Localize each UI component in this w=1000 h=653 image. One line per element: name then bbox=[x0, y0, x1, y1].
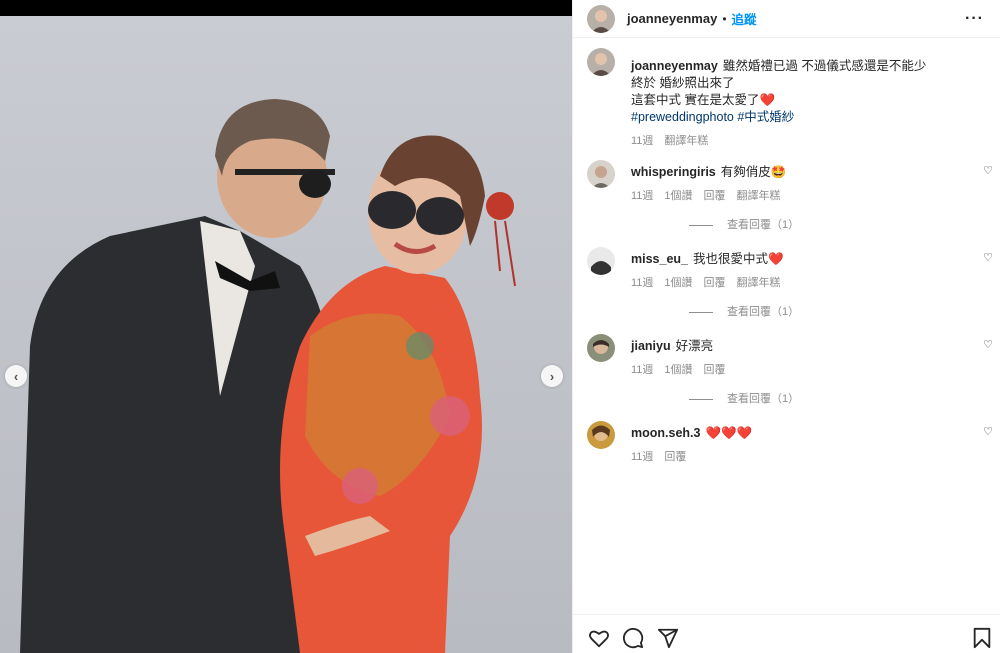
view-replies-button[interactable]: 查看回覆（1） bbox=[631, 216, 1000, 232]
translate-link[interactable]: 翻譯年糕 bbox=[737, 190, 781, 202]
comment-username[interactable]: moon.seh.3 bbox=[631, 426, 700, 440]
comment-item: jianiyu 好漂亮 11週 1個讚 回覆 查看回覆（1） ♡ bbox=[573, 332, 1000, 419]
heart-icon[interactable] bbox=[588, 627, 610, 649]
avatar[interactable] bbox=[587, 160, 615, 188]
caption-meta: 11週 翻譯年糕 bbox=[631, 132, 1000, 148]
avatar[interactable] bbox=[587, 421, 615, 449]
comments-list: joanneyenmay 雖然婚禮已過 不過儀式感還是不能少 終於 婚紗照出來了 … bbox=[573, 46, 1000, 479]
bookmark-icon[interactable] bbox=[972, 627, 992, 649]
view-replies-button[interactable]: 查看回覆（1） bbox=[631, 390, 1000, 406]
post-photo[interactable]: ‹ › bbox=[0, 16, 572, 653]
comment-item: whisperingiris 有夠俏皮🤩 11週 1個讚 回覆 翻譯年糕 查看回覆（1）… bbox=[573, 158, 1000, 245]
hashtag-link[interactable]: #中式婚紗 bbox=[737, 110, 794, 124]
follow-button[interactable]: 追蹤 bbox=[732, 9, 757, 28]
translate-link[interactable]: 翻譯年糕 bbox=[737, 277, 781, 289]
separator-dot: • bbox=[722, 11, 727, 26]
view-replies-label: 查看回覆（1） bbox=[727, 393, 800, 405]
more-options-icon[interactable]: ··· bbox=[965, 10, 984, 28]
likes-count[interactable]: 1個讚 bbox=[664, 364, 692, 376]
hashtag-link[interactable]: #preweddingphoto bbox=[631, 110, 734, 124]
view-replies-label: 查看回覆（1） bbox=[727, 219, 800, 231]
comment-username[interactable]: jianiyu bbox=[631, 339, 671, 353]
timestamp[interactable]: 11週 bbox=[631, 135, 653, 147]
heart-icon[interactable]: ♡ bbox=[983, 425, 993, 438]
heart-icon[interactable]: ♡ bbox=[983, 338, 993, 351]
translate-link[interactable]: 翻譯年糕 bbox=[664, 135, 708, 147]
caption: joanneyenmay 雖然婚禮已過 不過儀式感還是不能少 終於 婚紗照出來了 … bbox=[573, 46, 1000, 158]
comment-meta: 11週 1個讚 回覆 翻譯年糕 bbox=[631, 187, 1000, 203]
comment-meta: 11週 1個讚 回覆 bbox=[631, 361, 1000, 377]
likes-count[interactable]: 1個讚 bbox=[664, 277, 692, 289]
caption-line-3: 這套中式 實在是太愛了 bbox=[631, 93, 760, 107]
reply-button[interactable]: 回覆 bbox=[704, 277, 726, 289]
reply-button[interactable]: 回覆 bbox=[704, 190, 726, 202]
avatar[interactable] bbox=[587, 48, 615, 76]
avatar[interactable] bbox=[587, 334, 615, 362]
timestamp[interactable]: 11週 bbox=[631, 190, 653, 202]
caption-line-1: 雖然婚禮已過 不過儀式感還是不能少 bbox=[722, 59, 927, 73]
comment-text: 好漂亮 bbox=[675, 339, 714, 353]
reply-button[interactable]: 回覆 bbox=[704, 364, 726, 376]
comment-username[interactable]: whisperingiris bbox=[631, 165, 716, 179]
caption-username[interactable]: joanneyenmay bbox=[631, 59, 718, 73]
reply-button[interactable]: 回覆 bbox=[664, 451, 686, 463]
view-replies-button[interactable]: 查看回覆（1） bbox=[631, 303, 1000, 319]
comment-text: 有夠俏皮🤩 bbox=[720, 165, 787, 179]
timestamp[interactable]: 11週 bbox=[631, 364, 653, 376]
timestamp[interactable]: 11週 bbox=[631, 277, 653, 289]
avatar[interactable] bbox=[587, 247, 615, 275]
comment-meta: 11週 1個讚 回覆 翻譯年糕 bbox=[631, 274, 1000, 290]
chevron-right-icon[interactable]: › bbox=[541, 365, 563, 387]
view-replies-label: 查看回覆（1） bbox=[727, 306, 800, 318]
comment-meta: 11週 回覆 bbox=[631, 448, 1000, 464]
timestamp[interactable]: 11週 bbox=[631, 451, 653, 463]
heart-emoji: ❤️ bbox=[759, 93, 776, 107]
wedding-photo-illustration bbox=[20, 99, 516, 653]
avatar[interactable] bbox=[587, 4, 615, 33]
heart-icon[interactable]: ♡ bbox=[983, 164, 993, 177]
chevron-left-icon[interactable]: ‹ bbox=[5, 365, 27, 387]
likes-count[interactable]: 1個讚 bbox=[664, 190, 692, 202]
comment-icon[interactable] bbox=[622, 627, 644, 649]
comment-text: ❤️❤️❤️ bbox=[705, 426, 753, 440]
comment-username[interactable]: miss_eu_ bbox=[631, 252, 688, 266]
comment-item: miss_eu_ 我也很愛中式❤️ 11週 1個讚 回覆 翻譯年糕 查看回覆（1） ♡ bbox=[573, 245, 1000, 332]
heart-icon[interactable]: ♡ bbox=[983, 251, 993, 264]
comment-item: moon.seh.3 ❤️❤️❤️ 11週 回覆 ♡ bbox=[573, 419, 1000, 479]
post-username[interactable]: joanneyenmay bbox=[627, 11, 717, 26]
top-black-bar bbox=[0, 0, 572, 16]
post-header: joanneyenmay • 追蹤 ··· bbox=[573, 0, 1000, 38]
comment-text: 我也很愛中式❤️ bbox=[692, 252, 784, 266]
post-sidebar: joanneyenmay • 追蹤 ··· joanneyenmay 雖然婚禮已過… bbox=[572, 0, 1000, 653]
action-bar bbox=[573, 614, 1000, 653]
post-viewer: ‹ › joanneyenmay • 追蹤 ··· joanneyenmay 雖然… bbox=[0, 0, 1000, 653]
caption-line-2: 終於 婚紗照出來了 bbox=[631, 76, 735, 90]
send-icon[interactable] bbox=[657, 627, 679, 649]
